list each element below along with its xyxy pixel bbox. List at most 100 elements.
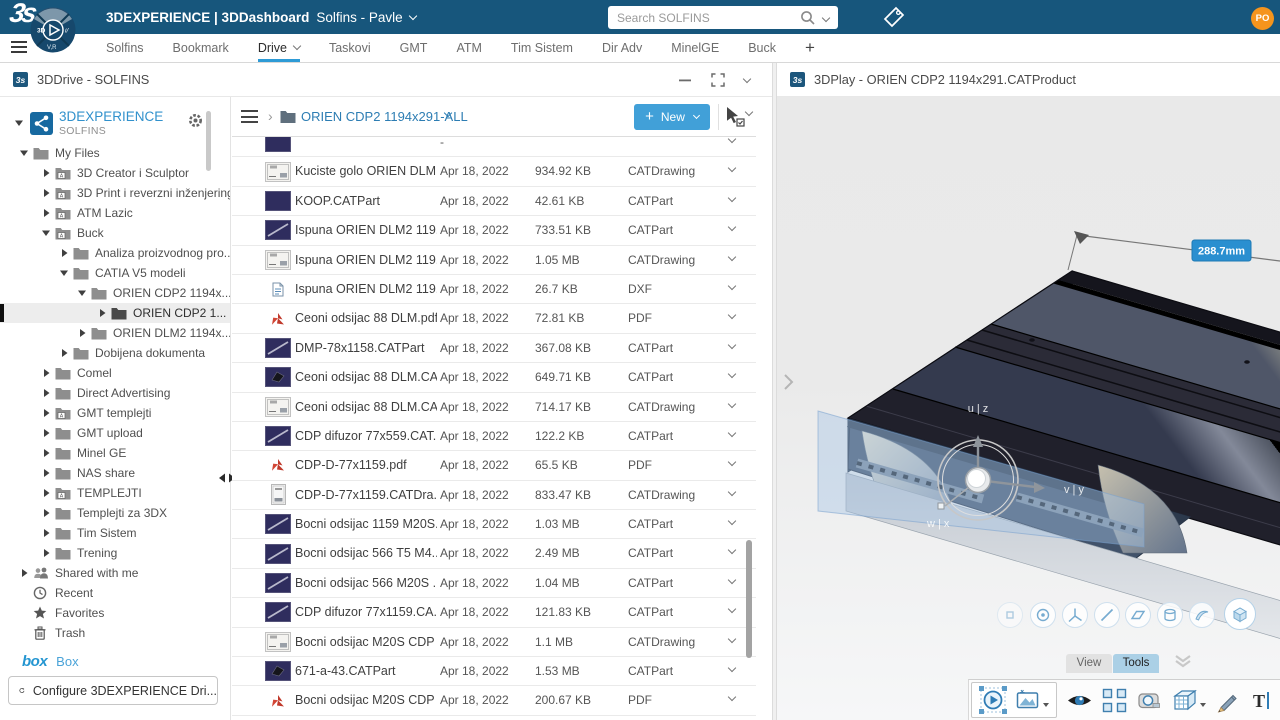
file-name[interactable]: CDP difuzor 77x1159.CA... — [295, 598, 437, 627]
tab-gmt[interactable]: GMT — [400, 34, 428, 62]
file-name[interactable]: DMP-78x1158.CATPart — [295, 334, 437, 363]
user-avatar[interactable]: PO — [1251, 7, 1274, 30]
tree-item-recent[interactable]: Recent — [0, 583, 230, 603]
global-search[interactable] — [608, 6, 838, 29]
tree-expand-arrow-icon[interactable] — [96, 308, 108, 318]
file-actions-chevron-icon[interactable] — [728, 576, 736, 584]
tree-expand-arrow-icon[interactable] — [18, 568, 30, 578]
collapse-toolbar-icon[interactable] — [1172, 653, 1194, 669]
play-media-tool-icon[interactable] — [979, 686, 1007, 714]
file-row[interactable]: Ispuna ORIEN DLM2 119...Apr 18, 20221.05… — [232, 246, 756, 275]
search-icon[interactable] — [798, 8, 818, 28]
file-row[interactable]: Bocni odsijac M20S CDP ...Apr 18, 20221.… — [232, 628, 756, 657]
file-name[interactable]: Kuciste golo ORIEN DLM... — [295, 157, 437, 186]
file-name[interactable]: Ceoni odsijac 88 DLM.CA... — [295, 393, 437, 422]
tree-root-item[interactable]: 3DEXPERIENCE SOLFINS — [0, 105, 230, 141]
tree-root-title[interactable]: 3DEXPERIENCE — [59, 109, 163, 124]
tag-icon[interactable] — [882, 6, 906, 30]
maximize-widget-icon[interactable] — [711, 73, 725, 87]
tab-solfins[interactable]: Solfins — [106, 34, 144, 62]
explode-tool-icon[interactable] — [1101, 687, 1128, 714]
3dcompass-icon[interactable]: 3D V,R i/ — [29, 5, 77, 55]
file-name[interactable]: Bocni odsijac 1159 M20S... — [295, 510, 437, 539]
file-name[interactable]: Ispuna ORIEN DLM2 119... — [295, 275, 437, 304]
list-menu-icon[interactable] — [241, 110, 258, 127]
file-actions-chevron-icon[interactable] — [728, 487, 736, 495]
file-actions-chevron-icon[interactable] — [728, 311, 736, 319]
file-row[interactable]: CDP-D-77x1159.CATDra...Apr 18, 2022833.4… — [232, 481, 756, 510]
file-actions-chevron-icon[interactable] — [728, 429, 736, 437]
file-actions-chevron-icon[interactable] — [728, 252, 736, 260]
file-row[interactable]: Ispuna ORIEN DLM2 119...Apr 18, 202226.7… — [232, 275, 756, 304]
file-actions-chevron-icon[interactable] — [728, 223, 736, 231]
breadcrumb[interactable]: ORIEN CDP2 1194x291-ALL — [301, 109, 468, 124]
file-row[interactable]: Ceoni odsijac 88 DLM.CA...Apr 18, 202271… — [232, 393, 756, 422]
tree-expand-arrow-icon[interactable] — [40, 488, 52, 498]
filter-plane-button[interactable] — [1125, 602, 1151, 628]
file-actions-chevron-icon[interactable] — [728, 282, 736, 290]
tree-item-tim-sistem[interactable]: Tim Sistem — [0, 523, 230, 543]
tree-item-templejti-za-3dx[interactable]: Templejti za 3DX — [0, 503, 230, 523]
file-name[interactable]: Ispuna ORIEN DLM2 119... — [295, 216, 437, 245]
viewer-tab-tools[interactable]: Tools — [1113, 654, 1159, 673]
search-options-chevron-icon[interactable] — [822, 13, 830, 21]
file-row[interactable]: - — [232, 137, 756, 157]
text-tool-icon[interactable]: T — [1249, 688, 1274, 713]
file-name[interactable]: 671-a-43.CATPart — [295, 657, 437, 686]
file-row[interactable]: Bocni odsijac 1159 M20S...Apr 18, 20221.… — [232, 510, 756, 539]
file-actions-chevron-icon[interactable] — [728, 546, 736, 554]
tab-taskovi[interactable]: Taskovi — [329, 34, 371, 62]
tree-expand-arrow-icon[interactable] — [40, 548, 52, 558]
tree-item-trash[interactable]: Trash — [0, 623, 230, 643]
tree-expand-arrow-icon[interactable] — [40, 168, 52, 178]
box-label[interactable]: Box — [56, 654, 78, 669]
file-actions-chevron-icon[interactable] — [728, 399, 736, 407]
new-button[interactable]: + New — [634, 104, 710, 130]
tree-item-orien-cdp2-1194x[interactable]: ORIEN CDP2 1194x... — [0, 283, 230, 303]
box-service-item[interactable]: box Box — [0, 650, 79, 672]
file-actions-chevron-icon[interactable] — [728, 517, 736, 525]
measure-tool-icon[interactable] — [1136, 687, 1163, 714]
file-name[interactable]: Bocni odsijac M20S CDP ... — [295, 686, 437, 715]
file-row[interactable]: Bocni odsijac 566 M20S ...Apr 18, 20221.… — [232, 569, 756, 598]
tab-bookmark[interactable]: Bookmark — [173, 34, 229, 62]
tree-expand-arrow-icon[interactable] — [40, 508, 52, 518]
file-name[interactable]: CDP-D-77x1159.CATDra... — [295, 481, 437, 510]
tab-drive[interactable]: Drive — [258, 34, 300, 62]
tree-expand-arrow-icon[interactable] — [40, 368, 52, 378]
file-name[interactable]: CDP-D-77x1159.pdf — [295, 451, 437, 480]
widget-menu-chevron-icon[interactable] — [743, 74, 751, 82]
selection-mode-icon[interactable] — [724, 106, 746, 128]
tree-expand-arrow-icon[interactable] — [40, 528, 52, 538]
add-tab-button[interactable]: + — [805, 34, 815, 62]
tree-item-shared-with-me[interactable]: Shared with me — [0, 563, 230, 583]
file-row[interactable]: KOOP.CATPartApr 18, 202242.61 KBCATPart — [232, 187, 756, 216]
tree-item-catia-v5-modeli[interactable]: CATIA V5 modeli — [0, 263, 230, 283]
tree-expand-arrow-icon[interactable] — [40, 468, 52, 478]
tree-expand-arrow-icon[interactable] — [76, 328, 88, 338]
tree-collapse-arrow-icon[interactable] — [18, 148, 30, 158]
tree-item-3d-print-i-reverzni-in-enjering[interactable]: A3D Print i reverzni inženjering — [0, 183, 230, 203]
filter-cube-button[interactable] — [1224, 598, 1256, 630]
snapshot-dropdown-caret-icon[interactable] — [1043, 703, 1049, 707]
tab-minelge[interactable]: MinelGE — [671, 34, 719, 62]
tree-expand-arrow-icon[interactable] — [40, 188, 52, 198]
tree-item-orien-cdp2-1[interactable]: ORIEN CDP2 1... — [0, 303, 230, 323]
tree-item-atm-lazic[interactable]: AATM Lazic — [0, 203, 230, 223]
file-row[interactable]: Ceoni odsijac 88 DLM.pdfApr 18, 202272.8… — [232, 304, 756, 333]
file-name[interactable]: Ispuna ORIEN DLM2 119... — [295, 246, 437, 275]
minimize-widget-icon[interactable] — [678, 73, 692, 87]
file-actions-chevron-icon[interactable] — [728, 137, 736, 143]
tab-chevron-icon[interactable] — [293, 42, 301, 50]
new-dropdown-chevron-icon[interactable] — [693, 112, 700, 119]
tree-item-favorites[interactable]: Favorites — [0, 603, 230, 623]
tree-item-trening[interactable]: Trening — [0, 543, 230, 563]
tree-expand-arrow-icon[interactable] — [40, 388, 52, 398]
filter-point-button[interactable] — [997, 602, 1023, 628]
tree-item-gmt-upload[interactable]: GMT upload — [0, 423, 230, 443]
tab-atm[interactable]: ATM — [456, 34, 481, 62]
markup-tool-icon[interactable] — [1214, 687, 1241, 714]
workspace-name[interactable]: Solfins - Pavle — [316, 10, 402, 25]
filter-ribbon-button[interactable] — [1189, 602, 1215, 628]
tree-item-nas-share[interactable]: NAS share — [0, 463, 230, 483]
